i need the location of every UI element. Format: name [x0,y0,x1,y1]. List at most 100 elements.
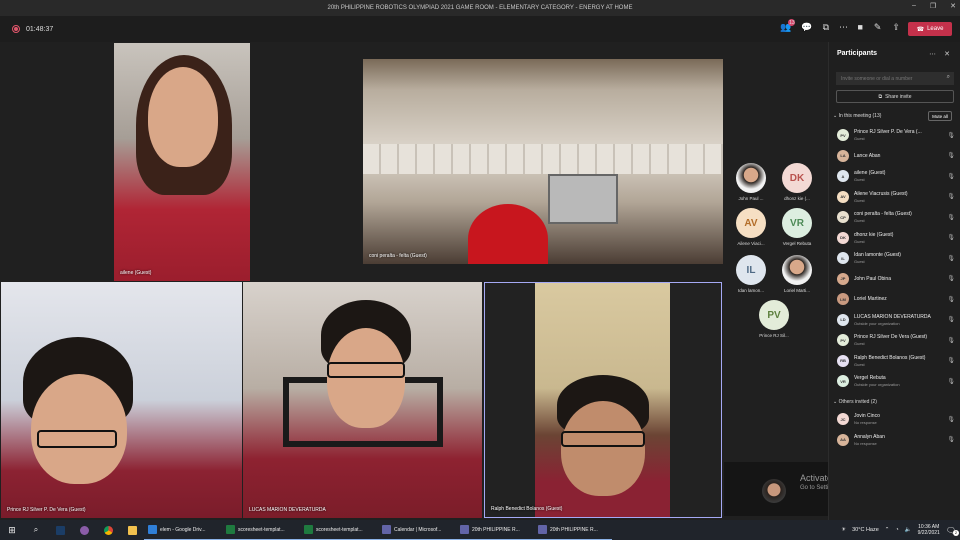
taskbar-app-button[interactable]: elem - Google Driv... [144,520,222,540]
taskbar-app-button[interactable]: Calendar | Microsof... [378,520,456,540]
search-button[interactable]: ⌕ [24,520,48,540]
participant-row[interactable]: DK dhonz kie (Guest) Guest 🎙 [837,229,955,247]
gallery-tile[interactable]: DK dhonz kie (... [777,163,817,201]
participant-name: Lance Aban [854,152,881,159]
video-frame [535,283,670,517]
file-explorer-button[interactable] [120,520,144,540]
notification-badge: 2 [953,529,959,536]
maximize-button[interactable]: ❐ [930,2,936,10]
start-button[interactable]: ⊞ [0,520,24,540]
participant-row[interactable]: CP coni peralta - felta (Guest) Guest 🎙 [837,208,955,226]
gallery-name: dhonz kie (... [784,196,810,201]
taskbar-app-button[interactable]: scoresheet-templat... [300,520,378,540]
mic-off-icon[interactable]: ✎ [874,22,882,33]
gallery-name: Loriel Marti... [783,288,810,293]
video-tile-ralph-benedict[interactable]: Ralph Benedict Bolanos (Guest) [484,282,722,518]
more-options-icon[interactable]: ⋯ [929,50,936,58]
participant-role: Guest [854,361,865,367]
window-controls: – ❐ ✕ [912,2,956,10]
participant-row[interactable]: JC Jovin Cinco No response 🎙 [837,410,955,428]
others-invited-header[interactable]: ⌄ Others invited (2) [833,399,877,405]
mute-all-button[interactable]: Mute all [928,111,952,121]
taskbar-app-button[interactable]: scoresheet-templat... [222,520,300,540]
close-panel-icon[interactable]: ✕ [944,50,950,58]
share-tray-icon[interactable]: ⇪ [892,22,900,33]
participant-row[interactable]: LD LUCAS MARION DEVERATURDA Outside your o… [837,311,955,329]
network-icon[interactable]: ◔ [895,527,898,533]
chevron-up-icon[interactable]: ⌃ [885,527,890,533]
media-controls: ■ ✎ ⇪ [857,22,900,33]
recording-icon [12,25,20,33]
chat-icon[interactable]: 💬 [801,22,812,33]
participant-row[interactable]: AV Ailene Viacrusis (Guest) Guest 🎙 [837,188,955,206]
weather-text[interactable]: 30°C Haze [852,527,879,533]
participant-row[interactable]: JP John Paul Obina 🎙 [837,270,955,288]
notifications-button[interactable]: 🗨 2 [946,526,959,536]
participant-info: Vergel Rebuta Outside your organization [854,375,945,387]
participant-name: Prince RJ Silver P. De Vera (... [854,129,922,135]
gallery-tile[interactable]: VR Vergel Rebuta [777,208,817,246]
taskbar-app-button[interactable]: 20th PHILIPPINE R... [534,520,612,540]
gallery-tile[interactable]: AV Ailene Viaci... [731,208,771,246]
photoshop-button[interactable] [48,520,72,540]
participant-row[interactable]: Aailene (Guest) Guest 🎙 [837,167,955,185]
volume-icon[interactable]: 🔈 [905,527,912,533]
self-avatar [762,479,786,503]
camera-off-icon[interactable]: ■ [857,22,862,33]
video-tile-coni-peralta[interactable]: coni peralta - felta (Guest) [363,59,723,264]
avatar: AA [837,433,849,446]
clock[interactable]: 10:36 AM 9/22/2021 [918,524,940,536]
avatar [736,163,766,193]
participant-role: Guest [854,238,865,244]
participant-name: Vergel Rebuta [854,375,886,381]
close-window-button[interactable]: ✕ [950,2,956,10]
system-tray: ☀ 30°C Haze ⌃ ◔ 🔈 10:36 AM 9/22/2021 🗨 2 [841,520,959,540]
share-invite-button[interactable]: ⧉ Share invite [836,90,954,103]
mic-off-icon: 🎙 [947,214,955,221]
chrome-button[interactable] [96,520,120,540]
participants-button[interactable]: 👥 13 [780,19,796,33]
gallery-tile[interactable]: John Paul ... [731,163,771,201]
face-shape [327,328,405,428]
gallery-tile[interactable]: Loriel Marti... [777,255,817,293]
participant-name: coni peralta - felta (Guest) [854,211,912,217]
avatar: PV [759,300,789,330]
video-tile-ailene[interactable]: ailene (Guest) [114,43,250,281]
participant-row[interactable]: RB Ralph Benedict Bolanos (Guest) Guest 🎙 [837,352,955,370]
photoshop-icon [55,525,65,535]
gallery-name: Vergel Rebuta [782,241,812,246]
minimize-button[interactable]: – [912,2,916,10]
participants-count-badge: 13 [788,19,796,26]
participant-info: Ailene Viacrusis (Guest) Guest [854,191,945,203]
avatar: DK [782,163,812,193]
participant-row[interactable]: IL Idan lamonte (Guest) Guest 🎙 [837,249,955,267]
video-label: LUCAS MARION DEVERATURDA [249,507,326,513]
taskbar-apps: elem - Google Driv... scoresheet-templat.… [144,520,612,540]
participant-row[interactable]: AA Annalyn Aban No response 🎙 [837,431,955,449]
leave-button[interactable]: ☎ Leave [908,22,952,36]
dial-icon[interactable]: ⌕ [947,74,950,81]
app-button[interactable] [72,520,96,540]
invite-input[interactable] [836,72,954,85]
mic-off-icon: 🎙 [947,358,955,364]
video-tile-prince-rj[interactable]: Prince RJ Silver P. De Vera (Guest) [1,282,242,518]
breakout-rooms-icon[interactable]: ⧉ [823,22,829,33]
participant-row[interactable]: VR Vergel Rebuta Outside your organization… [837,372,955,390]
mic-off-icon: 🎙 [947,317,955,323]
participant-name: Annalyn Aban [854,433,885,440]
gallery-tile[interactable]: PV Prince RJ Sil... [754,300,794,338]
more-actions-icon[interactable]: ⋯ [839,22,848,33]
participant-role: Guest [854,136,865,141]
video-tile-lucas-marion[interactable]: LUCAS MARION DEVERATURDA [243,282,482,518]
in-meeting-header[interactable]: ⌄ In this meeting (13) [833,113,881,119]
participant-row[interactable]: PV Prince RJ Silver P. De Vera (... Guest 🎙 [837,126,955,144]
phone-hangup-icon: ☎ [916,26,925,33]
avatar: AV [736,208,766,238]
gallery-tile[interactable]: IL Idan lamon... [731,255,771,293]
taskbar-app-button[interactable]: 20th PHILIPPINE R... [456,520,534,540]
participant-row[interactable]: LM Loriel Martinez 🎙 [837,290,955,308]
mic-off-icon: 🎙 [947,235,955,241]
participant-row[interactable]: LA Lance Aban 🎙 [837,147,955,165]
title-bar: 20th PHILIPPINE ROBOTICS OLYMPIAD 2021 G… [0,0,960,16]
participant-row[interactable]: PV Prince RJ Silver De Vera (Guest) Guest 🎙 [837,331,955,349]
